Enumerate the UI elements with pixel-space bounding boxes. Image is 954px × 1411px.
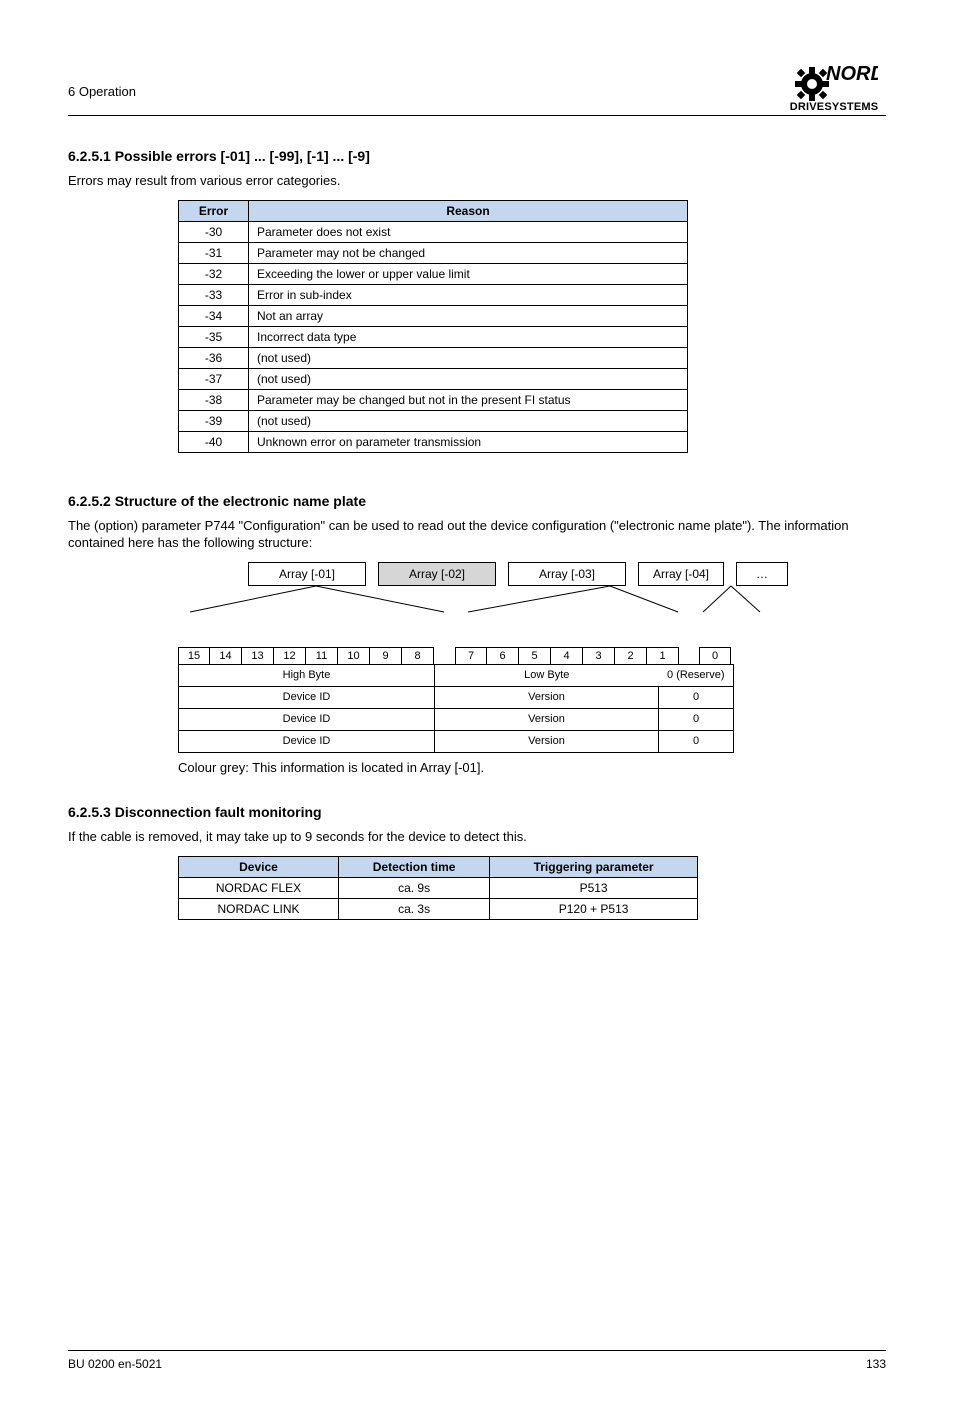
disconnect-fault-table: Device Detection time Triggering paramet… <box>178 856 698 920</box>
array-box-03: Array [-03] <box>508 562 626 586</box>
table-row: Device ID Version 0 <box>179 686 734 708</box>
disc-col2: Detection time <box>339 856 490 877</box>
footer-doc-id: BU 0200 en-5021 <box>68 1357 162 1371</box>
struct-intro: The (option) parameter P744 "Configurati… <box>68 517 886 552</box>
disc-col3: Triggering parameter <box>490 856 698 877</box>
table-row: NORDAC FLEX ca. 9s P513 <box>179 877 698 898</box>
brand-logo: NORD DRIVESYSTEMS <box>782 58 886 113</box>
table-row: -30Parameter does not exist <box>179 221 688 242</box>
table-row: -34Not an array <box>179 305 688 326</box>
table-row: Device ID Version 0 <box>179 730 734 752</box>
heading-struct: 6.2.5.2 Structure of the electronic name… <box>68 493 886 509</box>
errors-col2: Reason <box>249 200 688 221</box>
footer-page-number: 133 <box>866 1357 886 1371</box>
byte-index-row: 15 14 13 12 11 10 9 8 7 6 5 4 3 2 1 0 <box>178 647 886 665</box>
array-box-01: Array [-01] <box>248 562 366 586</box>
table-row: -38Parameter may be changed but not in t… <box>179 389 688 410</box>
section-breadcrumb: 6 Operation <box>68 58 136 99</box>
table-row: NORDAC LINK ca. 3s P120 + P513 <box>179 898 698 919</box>
structure-figure: Array [-01] Array [-02] Array [-03] Arra… <box>108 562 886 753</box>
errors-intro: Errors may result from various error cat… <box>68 172 886 190</box>
logo-brand: NORD <box>826 63 878 85</box>
disc-intro: If the cable is removed, it may take up … <box>68 828 886 846</box>
heading-disc: 6.2.5.3 Disconnection fault monitoring <box>68 804 886 820</box>
table-row: Device ID Version 0 <box>179 708 734 730</box>
array-box-ellipsis: … <box>736 562 788 586</box>
array-box-02: Array [-02] <box>378 562 496 586</box>
table-row: -31Parameter may not be changed <box>179 242 688 263</box>
table-row: -37(not used) <box>179 368 688 389</box>
table-row: -33Error in sub-index <box>179 284 688 305</box>
table-row: -35Incorrect data type <box>179 326 688 347</box>
logo-sub: DRIVESYSTEMS <box>782 102 886 113</box>
errors-table: Error Reason -30Parameter does not exist… <box>178 200 688 453</box>
table-row: -36(not used) <box>179 347 688 368</box>
errors-col1: Error <box>179 200 249 221</box>
disc-col1: Device <box>179 856 339 877</box>
table-row: -32Exceeding the lower or upper value li… <box>179 263 688 284</box>
table-row: -40Unknown error on parameter transmissi… <box>179 431 688 452</box>
structure-bytes-table: High Byte Low Byte 0 (Reserve) Device ID… <box>178 664 734 753</box>
table-row: -39(not used) <box>179 410 688 431</box>
colour-note: Colour grey: This information is located… <box>178 759 886 777</box>
heading-errors: 6.2.5.1 Possible errors [-01] ... [-99],… <box>68 148 886 164</box>
array-box-04: Array [-04] <box>638 562 724 586</box>
